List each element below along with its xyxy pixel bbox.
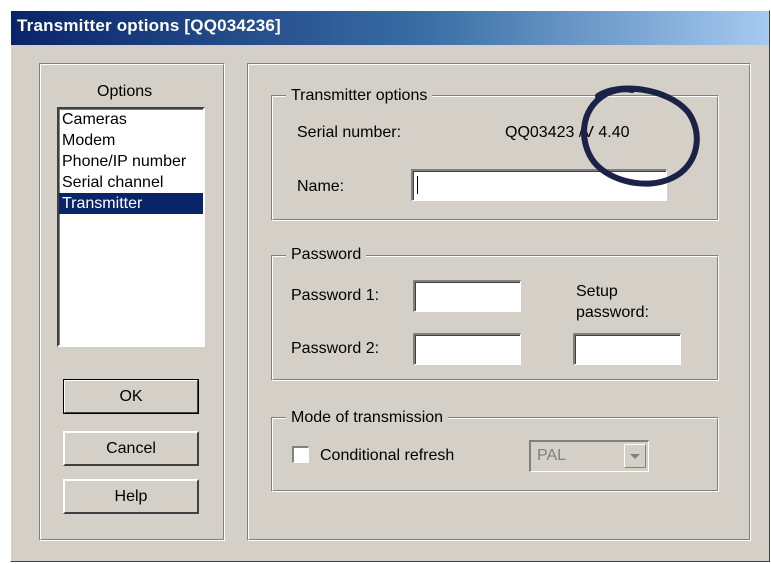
options-panel-title: Options xyxy=(97,83,153,100)
password1-label: Password 1: xyxy=(291,287,380,304)
password2-label: Password 2: xyxy=(291,340,380,357)
password2-field[interactable] xyxy=(413,333,521,365)
password1-field[interactable] xyxy=(413,280,521,312)
mode-of-transmission-legend: Mode of transmission xyxy=(286,409,449,427)
conditional-refresh-checkbox[interactable] xyxy=(292,446,309,463)
conditional-refresh-label[interactable]: Conditional refresh xyxy=(320,447,454,465)
title-bar[interactable]: Transmitter options [QQ034236] xyxy=(11,11,769,45)
serial-number-label: Serial number: xyxy=(297,124,402,141)
options-list[interactable]: Cameras Modem Phone/IP number Serial cha… xyxy=(57,107,205,347)
transmitter-options-legend: Transmitter options xyxy=(286,87,433,105)
video-format-value: PAL xyxy=(537,447,567,464)
setup-password-label-line1: Setup xyxy=(576,283,618,300)
name-field[interactable] xyxy=(411,169,667,201)
setup-password-label-line2: password: xyxy=(576,304,649,321)
help-button[interactable]: Help xyxy=(63,479,199,514)
ok-button[interactable]: OK xyxy=(63,379,199,414)
transmitter-options-group xyxy=(271,95,719,221)
dialog-window: Transmitter options [QQ034236] Options C… xyxy=(10,10,770,562)
chevron-down-icon[interactable] xyxy=(624,444,646,468)
list-item-phone-ip-number[interactable]: Phone/IP number xyxy=(59,151,203,172)
text-caret xyxy=(417,176,418,194)
serial-number-value: QQ03423 /V 4.40 xyxy=(505,124,630,141)
window-title: Transmitter options [QQ034236] xyxy=(17,16,281,35)
list-item-serial-channel[interactable]: Serial channel xyxy=(59,172,203,193)
password-legend: Password xyxy=(286,246,367,264)
list-item-transmitter[interactable]: Transmitter xyxy=(59,193,203,214)
cancel-button[interactable]: Cancel xyxy=(63,431,199,466)
list-item-cameras[interactable]: Cameras xyxy=(59,109,203,130)
setup-password-field[interactable] xyxy=(573,333,681,365)
list-item-modem[interactable]: Modem xyxy=(59,130,203,151)
name-label: Name: xyxy=(297,178,345,195)
video-format-select[interactable]: PAL xyxy=(529,440,649,472)
